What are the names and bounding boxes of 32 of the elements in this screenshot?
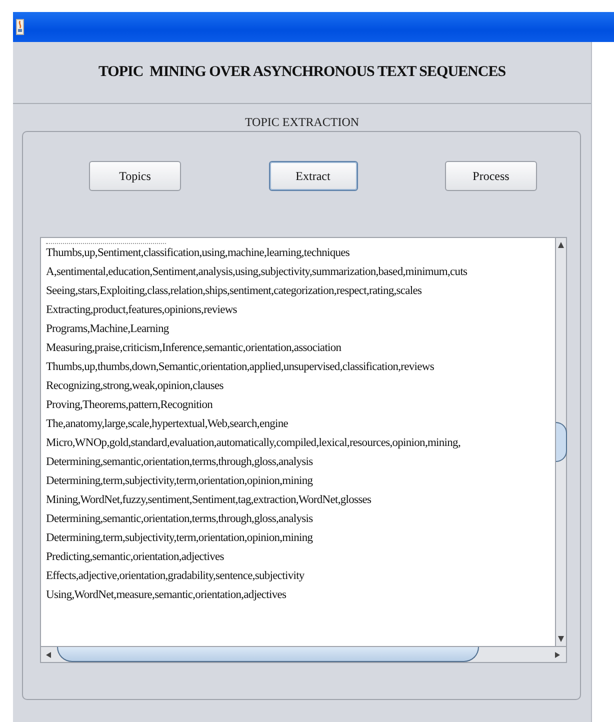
result-row-text: Predicting,semantic,orientation,adjectives: [46, 550, 225, 565]
result-row-text: The,anatomy,large,scale,hypertextual,Web,search,engine: [46, 417, 290, 432]
group-label: TOPIC EXTRACTION: [244, 115, 360, 131]
result-row-text: Mining,WordNet,fuzzy,sentiment,Sentiment,tag,extraction,WordNet,glosses: [46, 493, 372, 508]
result-row-text: Measuring,praise,criticism,Inference,semantic,orientation,association: [46, 341, 342, 356]
result-row-text: Proving,Theorems,pattern,Recognition: [46, 398, 214, 413]
result-row-text: Determining,term,subjectivity,term,orientation,opinion,mining: [46, 531, 314, 546]
scroll-thumb[interactable]: [556, 422, 566, 462]
scroll-left-icon[interactable]: [46, 652, 51, 658]
result-row-text: Recognizing,strong,weak,opinion,clauses: [46, 379, 224, 394]
result-row-text: Using,WordNet,measure,semantic,orientation,adjectives: [46, 588, 288, 603]
action-button[interactable]: Extract: [268, 161, 358, 191]
result-row-text: Thumbs,up,Sentiment,classification,using,machine,learning,techniques: [46, 246, 351, 261]
result-row-text: Determining,term,subjectivity,term,orientation,opinion,mining: [46, 474, 314, 489]
result-row-text: Determining,semantic,orientation,terms,through,gloss,analysis: [46, 512, 314, 527]
result-row-text: A,sentimental,education,Sentiment,analysis,using,subjectivity,summarization,based,minimum,cuts: [46, 265, 468, 280]
scroll-thumb[interactable]: [57, 647, 479, 662]
result-row-text: Seeing,stars,Exploiting,class,relation,ships,sentiment,categorization,respect,rating,scales: [46, 284, 423, 299]
scroll-up-icon[interactable]: [558, 242, 564, 248]
horizontal-scrollbar[interactable]: [41, 646, 566, 662]
result-row-text: Determining,semantic,orientation,terms,through,gloss,analysis: [46, 455, 314, 470]
result-row-text: Effects,adjective,orientation,gradability,sentence,subjectivity: [46, 569, 306, 584]
app-title: TOPIC MINING OVER ASYNCHRONOUS TEXT SEQUENCES: [98, 64, 506, 81]
result-row-text: Extracting,product,features,opinions,reviews: [46, 303, 238, 318]
result-row-text: Programs,Machine,Learning: [46, 322, 170, 337]
action-button[interactable]: Process: [445, 161, 537, 191]
cup-icon: [16, 19, 24, 35]
scroll-right-icon[interactable]: [555, 652, 560, 658]
vertical-scrollbar[interactable]: [555, 238, 566, 646]
action-button[interactable]: Topics: [89, 161, 181, 191]
result-row-text: Thumbs,up,thumbs,down,Semantic,orientation,applied,unsupervised,classification,reviews: [46, 360, 435, 375]
result-row-text: Micro,WNOp,gold,standard,evaluation,automatically,compiled,lexical,resources,opinion,mining,: [46, 436, 462, 451]
